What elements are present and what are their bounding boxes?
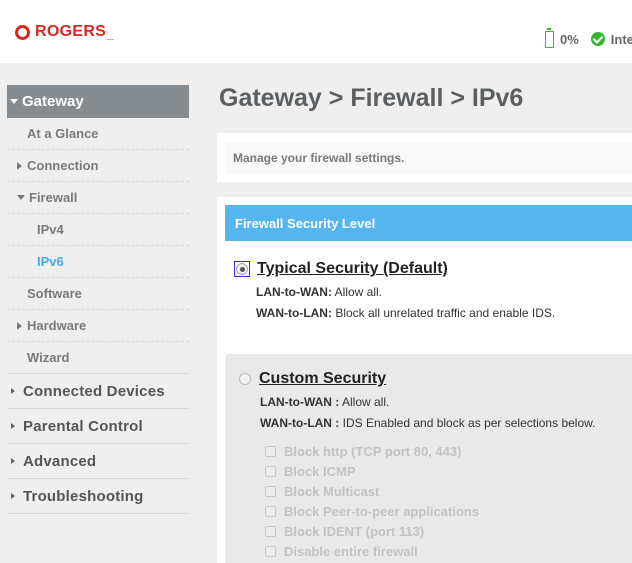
- block-http-option: Block http (TCP port 80, 443): [265, 441, 479, 461]
- custom-security-box: Custom Security LAN-to-WAN : Allow all. …: [225, 354, 632, 563]
- battery-icon: [545, 27, 554, 48]
- sidebar-item-label: IPv4: [37, 222, 64, 237]
- checkbox-label: Block http (TCP port 80, 443): [284, 443, 462, 459]
- brand-suffix: _: [107, 27, 114, 41]
- sidebar-item-firewall[interactable]: Firewall: [7, 182, 189, 214]
- custom-security-option: Custom Security LAN-to-WAN : Allow all. …: [239, 370, 595, 430]
- sidebar-item-ipv6[interactable]: IPv6: [7, 246, 189, 278]
- custom-lan-to-wan: LAN-to-WAN : Allow all.: [260, 395, 595, 409]
- caret-right-icon: [11, 493, 15, 499]
- block-multicast-option: Block Multicast: [265, 481, 479, 501]
- sidebar-item-connected-devices[interactable]: Connected Devices: [7, 374, 189, 409]
- sidebar-item-label: Hardware: [27, 318, 87, 333]
- sidebar-nav: Gateway At a Glance Connection Firewall …: [7, 85, 189, 514]
- intro-text: Manage your firewall settings.: [225, 141, 632, 174]
- sidebar-item-label: Software: [27, 286, 82, 301]
- sidebar-item-label: Troubleshooting: [23, 487, 144, 505]
- checkbox-label: Block Multicast: [284, 483, 380, 499]
- sidebar-item-label: Wizard: [27, 350, 70, 365]
- sidebar-item-label: Firewall: [29, 190, 78, 205]
- sidebar-item-parental-control[interactable]: Parental Control: [7, 409, 189, 444]
- sidebar-item-troubleshooting[interactable]: Troubleshooting: [7, 479, 189, 514]
- sidebar-item-label: IPv6: [37, 254, 64, 269]
- sidebar-item-label: Connected Devices: [23, 382, 165, 400]
- block-icmp-checkbox[interactable]: [265, 465, 276, 477]
- wan-to-lan-label: WAN-to-LAN :: [260, 416, 340, 430]
- checkbox-label: Disable entire firewall: [284, 543, 418, 559]
- caret-right-icon: [11, 423, 15, 429]
- rogers-logo[interactable]: ROGERS _: [15, 23, 114, 41]
- block-p2p-checkbox[interactable]: [265, 505, 276, 517]
- disable-firewall-checkbox[interactable]: [265, 545, 276, 557]
- block-multicast-checkbox[interactable]: [265, 485, 276, 497]
- panel-header: Firewall Security Level: [225, 205, 632, 241]
- check-circle-icon: [590, 32, 605, 46]
- status-bar: 0% Inte: [545, 27, 632, 48]
- lan-to-wan-value: Allow all.: [339, 395, 390, 409]
- sidebar-item-wizard[interactable]: Wizard: [7, 342, 189, 374]
- sidebar-item-ipv4[interactable]: IPv4: [7, 214, 189, 246]
- firewall-security-panel: Firewall Security Level Typical Security…: [217, 197, 632, 563]
- sidebar-item-connection[interactable]: Connection: [7, 150, 189, 182]
- disable-firewall-option: Disable entire firewall: [265, 541, 479, 561]
- block-ident-checkbox[interactable]: [265, 525, 276, 537]
- radio-selected-icon: [236, 263, 248, 275]
- sidebar-item-advanced[interactable]: Advanced: [7, 444, 189, 479]
- checkbox-label: Block ICMP: [284, 463, 356, 479]
- sidebar-item-label: At a Glance: [27, 126, 99, 141]
- lan-to-wan-value: Allow all.: [331, 285, 383, 299]
- sidebar-item-gateway[interactable]: Gateway: [7, 85, 189, 118]
- block-ident-option: Block IDENT (port 113): [265, 521, 479, 541]
- internet-status-label: Inte: [610, 31, 632, 47]
- header: ROGERS _ 0% Inte: [0, 0, 632, 63]
- sidebar-item-at-a-glance[interactable]: At a Glance: [7, 118, 189, 150]
- rogers-logo-icon: [15, 24, 30, 40]
- custom-security-radio[interactable]: [239, 373, 251, 385]
- block-icmp-option: Block ICMP: [265, 461, 479, 481]
- lan-to-wan-label: LAN-to-WAN:: [256, 285, 332, 299]
- typical-lan-to-wan: LAN-to-WAN: Allow all.: [256, 285, 555, 299]
- sidebar-item-label: Connection: [27, 158, 99, 173]
- typical-wan-to-lan: WAN-to-LAN: Block all unrelated traffic …: [256, 306, 555, 320]
- sidebar-item-label: Gateway: [22, 93, 84, 110]
- intro-card: Manage your firewall settings.: [217, 133, 632, 182]
- sidebar-item-hardware[interactable]: Hardware: [7, 310, 189, 342]
- checkbox-label: Block IDENT (port 113): [284, 523, 425, 539]
- custom-wan-to-lan: WAN-to-LAN : IDS Enabled and block as pe…: [260, 416, 595, 430]
- caret-right-icon: [11, 388, 15, 394]
- sidebar-item-software[interactable]: Software: [7, 278, 189, 310]
- caret-right-icon: [17, 161, 22, 170]
- caret-right-icon: [11, 458, 15, 464]
- typical-security-option: Typical Security (Default) LAN-to-WAN: A…: [234, 260, 555, 320]
- wan-to-lan-value: Block all unrelated traffic and enable I…: [331, 306, 556, 320]
- checkbox-label: Block Peer-to-peer applications: [284, 503, 480, 519]
- typical-security-radio[interactable]: [234, 261, 250, 277]
- caret-down-icon: [10, 99, 18, 104]
- page-title: Gateway > Firewall > IPv6: [219, 84, 524, 112]
- battery-value: 0%: [560, 31, 579, 47]
- custom-options-list: Block http (TCP port 80, 443) Block ICMP…: [265, 441, 479, 561]
- wan-to-lan-value: IDS Enabled and block as per selections …: [339, 416, 596, 430]
- wan-to-lan-label: WAN-to-LAN:: [256, 306, 332, 320]
- block-p2p-option: Block Peer-to-peer applications: [265, 501, 479, 521]
- block-http-checkbox[interactable]: [265, 445, 276, 457]
- typical-security-label[interactable]: Typical Security (Default): [257, 260, 448, 278]
- sidebar-item-label: Parental Control: [23, 417, 143, 435]
- sidebar-item-label: Advanced: [23, 452, 97, 470]
- lan-to-wan-label: LAN-to-WAN :: [260, 395, 340, 409]
- caret-right-icon: [17, 321, 22, 330]
- custom-security-label[interactable]: Custom Security: [259, 370, 386, 388]
- brand-name: ROGERS: [35, 23, 107, 40]
- caret-down-icon: [17, 195, 25, 200]
